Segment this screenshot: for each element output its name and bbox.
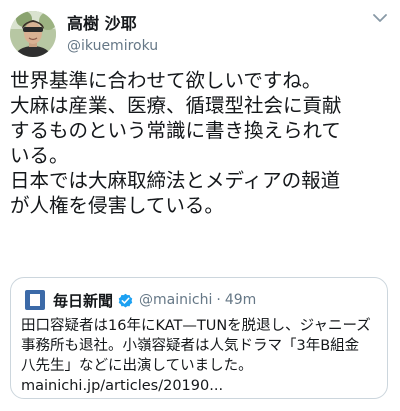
tweet-text-line: 日本では大麻取締法とメディアの報道 (10, 169, 341, 192)
tweet-text-line: が人権を侵害している。 (10, 194, 224, 217)
author-handle[interactable]: @ikuemiroku (67, 37, 158, 55)
tweet-text-line: するものという常識に書き換えられて (10, 119, 341, 142)
quoted-text-line: 八先生」などに出演していました。 (21, 358, 253, 374)
quoted-tweet-header: 毎日新聞 @mainichi · 49m (53, 289, 256, 311)
chevron-down-icon[interactable] (372, 10, 388, 26)
quoted-author-name: 毎日新聞 (53, 291, 114, 310)
tweet-text-line: 大麻は産業、医療、循環型社会に貢献 (10, 94, 342, 117)
quoted-tweet-text: 田口容疑者は16年にKAT—TUNを脱退し、ジャニーズ 事務所も退社。小嶺容疑者… (21, 316, 381, 396)
quoted-author-handle: @mainichi (139, 292, 213, 308)
quoted-timestamp: 49m (224, 292, 257, 308)
verified-badge-icon (118, 293, 133, 308)
quoted-tweet-card[interactable]: 毎日新聞 @mainichi · 49m 田口容疑者は16年にKAT—TUNを脱… (10, 277, 388, 399)
tweet-text: 世界基準に合わせて欲しいですね。 大麻は産業、医療、循環型社会に貢献 するものと… (10, 68, 390, 218)
tweet-text-line: 世界基準に合わせて欲しいですね。 (10, 69, 322, 92)
avatar[interactable] (10, 11, 56, 57)
mainichi-logo-icon (25, 290, 45, 310)
quoted-text-line: 田口容疑者は16年にKAT—TUNを脱退し、ジャニーズ (21, 318, 371, 334)
tweet: 高樹 沙耶 @ikuemiroku 世界基準に合わせて欲しいですね。 大麻は産業… (0, 0, 400, 411)
tweet-text-line: いる。 (10, 144, 69, 167)
author-display-name[interactable]: 高樹 沙耶 (67, 14, 137, 34)
quoted-text-line: 事務所も退社。小嶺容疑者は人気ドラマ「3年B組金 (21, 338, 360, 354)
separator-dot: · (216, 292, 221, 308)
quoted-link[interactable]: mainichi.jp/articles/20190... (21, 376, 381, 396)
avatar-photo (10, 11, 56, 57)
